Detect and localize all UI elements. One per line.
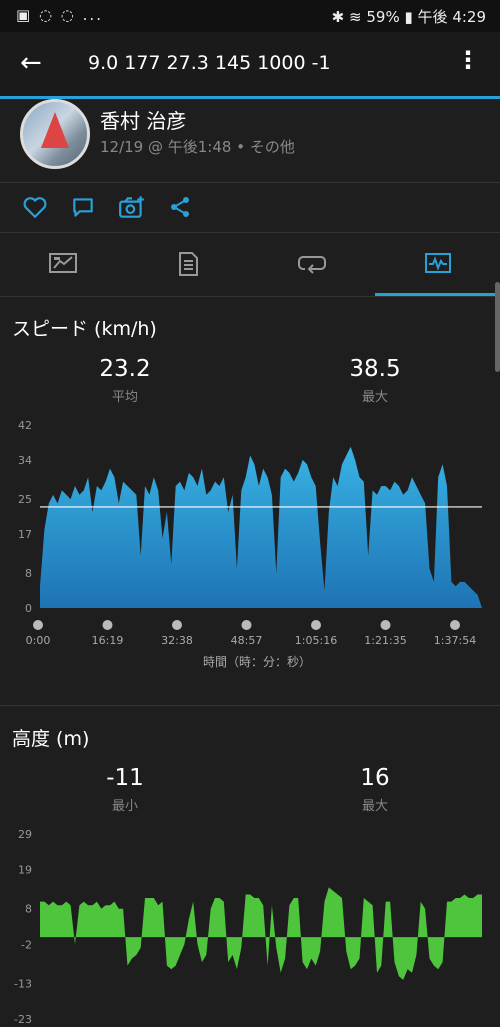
y-tick-label: 42	[18, 419, 32, 432]
speed-avg-value: 23.2	[99, 356, 151, 382]
y-tick-label: 8	[25, 903, 32, 916]
user-name[interactable]: 香村 治彦	[100, 105, 186, 134]
tab-bar	[0, 233, 500, 297]
x-tick-dot	[380, 620, 391, 630]
y-tick-label: 29	[18, 828, 32, 841]
heart-icon[interactable]	[22, 194, 48, 220]
camera-add-icon[interactable]	[118, 194, 146, 220]
altitude-min: -11 最小	[55, 765, 195, 814]
battery-percent: 59%	[366, 8, 400, 26]
activity-meta: 12/19 @ 午後1:48 • その他	[100, 138, 295, 156]
x-tick-dot	[241, 620, 252, 630]
speed-max-value: 38.5	[349, 356, 401, 382]
altitude-min-value: -11	[106, 765, 144, 791]
divider	[0, 296, 500, 297]
altitude-max-label: 最大	[361, 799, 388, 814]
altitude-max: 16 最大	[305, 765, 445, 814]
series-area	[40, 446, 482, 608]
avatar[interactable]	[20, 99, 90, 169]
tab-charts[interactable]	[375, 233, 500, 297]
overflow-menu-icon[interactable]: ⋮	[456, 46, 480, 74]
y-tick-label: 8	[25, 567, 32, 580]
x-tick-label: 1:05:16	[295, 634, 337, 647]
x-tick-label: 16:19	[92, 634, 124, 647]
charts-icon	[425, 253, 451, 273]
battery-icon: ▮	[404, 8, 413, 26]
speed-max-label: 最大	[361, 390, 388, 405]
comment-icon[interactable]	[70, 194, 96, 220]
x-tick-label: 1:21:35	[364, 634, 406, 647]
action-row	[0, 184, 500, 232]
x-tick-label: 48:57	[231, 634, 263, 647]
clock: 午後 4:29	[417, 8, 486, 26]
x-axis-label: 時間（時：分：秒）	[203, 655, 311, 669]
divider	[0, 182, 500, 183]
summary-icon	[49, 253, 77, 273]
notification-icons: ▣ ◌ ◌ ...	[16, 6, 103, 24]
activity-title: 9.0 177 27.3 145 1000 -1	[88, 52, 331, 74]
x-tick-label: 0:00	[26, 634, 51, 647]
back-arrow-icon[interactable]: ←	[20, 48, 42, 78]
tab-summary[interactable]	[0, 233, 125, 297]
speed-avg: 23.2 平均	[55, 356, 195, 405]
speed-chart[interactable]: 0 8 17 25 34 42 0:00 16:19 32:38 48:57 1:05:16 1:21…	[0, 410, 500, 680]
x-tick-dot	[33, 620, 43, 630]
altitude-chart[interactable]: 29 19 8 -2 -13 -23	[0, 822, 500, 1027]
share-icon[interactable]	[168, 194, 192, 220]
speed-max: 38.5 最大	[305, 356, 445, 405]
tab-laps[interactable]	[250, 233, 375, 297]
laps-icon	[298, 256, 326, 274]
tab-details[interactable]	[125, 233, 250, 297]
bluetooth-icon: ✱	[331, 8, 345, 26]
altitude-min-label: 最小	[111, 799, 138, 814]
x-tick-dot	[102, 620, 113, 630]
y-tick-label: 19	[18, 864, 32, 877]
x-tick-dot	[311, 620, 321, 630]
series-area	[40, 887, 482, 980]
divider	[0, 705, 500, 706]
app-bar: ← 9.0 177 27.3 145 1000 -1 ⋮	[0, 32, 500, 96]
y-tick-label: -23	[14, 1013, 32, 1026]
status-right: ✱ ≋ 59% ▮ 午後 4:29	[332, 6, 486, 27]
y-tick-label: -13	[14, 977, 32, 990]
profile-header: 香村 治彦 12/19 @ 午後1:48 • その他	[0, 99, 500, 181]
scrollbar[interactable]	[495, 282, 500, 372]
y-tick-label: 0	[25, 602, 32, 615]
speed-title: スピード (km/h)	[12, 318, 157, 340]
x-tick-dot	[450, 620, 460, 630]
altitude-max-value: 16	[360, 765, 390, 791]
altitude-title: 高度 (m)	[12, 728, 90, 750]
y-tick-label: -2	[21, 938, 32, 951]
y-tick-label: 17	[18, 528, 32, 541]
y-tick-label: 34	[18, 454, 32, 467]
wifi-icon: ≋	[349, 8, 362, 26]
x-tick-label: 1:37:54	[434, 634, 476, 647]
x-tick-dot	[172, 620, 182, 630]
status-bar: ▣ ◌ ◌ ... ✱ ≋ 59% ▮ 午後 4:29	[0, 0, 500, 32]
x-tick-label: 32:38	[161, 634, 193, 647]
y-tick-label: 25	[18, 493, 32, 506]
speed-avg-label: 平均	[111, 390, 138, 405]
details-icon	[179, 252, 198, 276]
